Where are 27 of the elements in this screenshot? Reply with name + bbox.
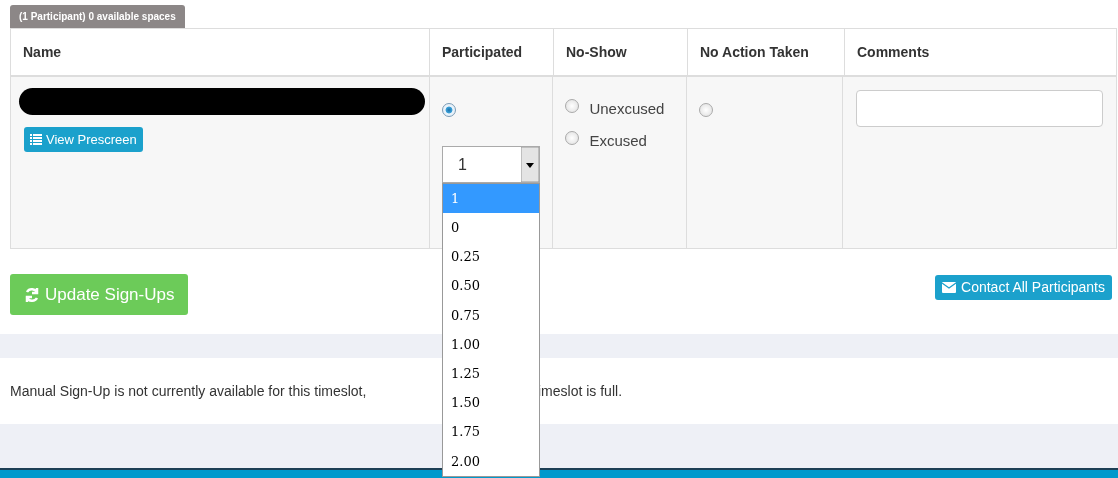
column-header: No Action Taken bbox=[700, 42, 809, 62]
comment-field[interactable] bbox=[856, 90, 1103, 127]
radio-button[interactable] bbox=[442, 103, 456, 117]
dropdown-option[interactable]: 1.25 bbox=[443, 359, 539, 389]
column-header: Participated bbox=[442, 42, 523, 62]
column-header: Name bbox=[23, 42, 62, 62]
column-header: No-Show bbox=[566, 42, 627, 62]
radio-label: Excused bbox=[589, 131, 647, 151]
dropdown-option[interactable]: 0.75 bbox=[443, 300, 539, 330]
dropdown-option[interactable]: 1.75 bbox=[443, 417, 539, 447]
radio-button[interactable] bbox=[698, 103, 713, 117]
radio-button[interactable] bbox=[565, 131, 580, 145]
list-icon bbox=[30, 134, 42, 145]
radio-label: Unexcused bbox=[589, 99, 665, 119]
dropdown-option[interactable]: 0 bbox=[443, 213, 539, 243]
dropdown-option[interactable]: 1.00 bbox=[443, 329, 539, 360]
dropdown-option[interactable]: 1.50 bbox=[443, 388, 539, 418]
notice-text: Manual Sign-Up is not currently available for this timeslot, bbox=[10, 382, 367, 399]
envelope-icon bbox=[942, 282, 957, 293]
refresh-icon bbox=[24, 286, 40, 303]
credit-select[interactable]: 1 bbox=[442, 146, 540, 183]
dropdown-option[interactable]: 0.50 bbox=[443, 271, 539, 301]
capacity-badge: (1 Participant) 0 available spaces bbox=[10, 5, 185, 28]
radio-button[interactable] bbox=[565, 99, 580, 113]
dropdown-option[interactable]: 0.25 bbox=[443, 242, 539, 272]
column-header: Comments bbox=[857, 42, 930, 62]
dropdown-option[interactable]: 2.00 bbox=[443, 446, 539, 476]
